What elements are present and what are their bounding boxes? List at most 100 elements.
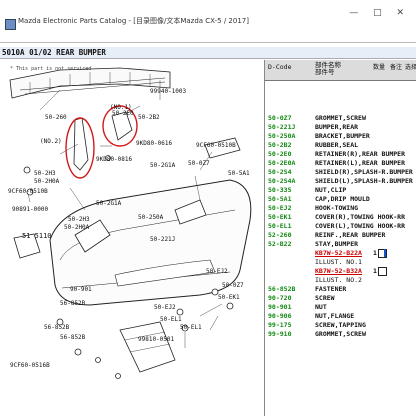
part-name: BUMPER,REAR (315, 123, 359, 131)
parts-row[interactable]: 50-335 NUT,CLIP (265, 186, 416, 195)
part-dcode: 50-221J (268, 123, 296, 131)
window-titlebar: Mazda Electronic Parts Catalog - [目录图像/文… (0, 0, 416, 40)
parts-row[interactable]: 50-EK1 COVER(R),TOWING HOOK-RR (265, 213, 416, 222)
callout-label[interactable]: 90-901 (70, 286, 92, 293)
header-name-line2: 部件号 (315, 68, 335, 76)
callout-label[interactable]: 50-2H3 (68, 216, 90, 223)
callout-label[interactable]: 50-5A1 (228, 170, 250, 177)
part-name: REINF.,REAR BUMPER (315, 231, 386, 239)
callout-label[interactable]: 9CF60-0510B (8, 188, 48, 195)
parts-row[interactable]: 50-250A BRACKET,BUMPER (265, 132, 416, 141)
parts-row[interactable]: 90-906 NUT,FLANGE (265, 312, 416, 321)
part-name: NUT,CLIP (315, 186, 347, 194)
section-title: 5010A 01/02 REAR BUMPER (2, 48, 106, 57)
parts-row[interactable]: 50-2S4A SHIELD(L),SPLASH-R.BUMPER (265, 177, 416, 186)
parts-row[interactable]: 50-EJ2 HOOK-TOWING (265, 204, 416, 213)
illustration-row[interactable]: ILLUST. NO.2 (265, 276, 416, 285)
part-name: CAP,DRIP MOULD (315, 195, 370, 203)
parts-list-panel: D-Code 部件名称 部件号 数量 备注 选择 50-0Z7 GROMMET,SC… (264, 60, 416, 416)
callout-label[interactable]: 56-852B (60, 300, 85, 307)
select-checkbox[interactable] (378, 267, 387, 276)
callout-label[interactable]: 50-EJ2 (154, 304, 176, 311)
callout-label[interactable]: 56-852B (44, 324, 69, 331)
illustration-row[interactable]: ILLUST. NO.1 (265, 258, 416, 267)
callout-label[interactable]: 50-EL1 (160, 316, 182, 323)
callout-label[interactable]: 50-250A (138, 214, 163, 221)
part-name: STAY,BUMPER (315, 240, 359, 248)
parts-row[interactable]: 50-2E0 RETAINER(R),REAR BUMPER (265, 150, 416, 159)
part-dcode: 50-EJ2 (268, 204, 292, 212)
parts-row[interactable]: 99-175 SCREW,TAPPING (265, 321, 416, 330)
part-name: ILLUST. NO.1 (315, 258, 362, 266)
parts-row[interactable]: 52-B22 STAY,BUMPER (265, 240, 416, 249)
part-dcode: 56-852B (268, 285, 296, 293)
part-dcode: 90-901 (268, 303, 292, 311)
header-name: 部件名称 部件号 (315, 62, 341, 76)
callout-label[interactable]: 50-EJ2 (206, 268, 228, 275)
part-name: NUT (315, 303, 327, 311)
part-qty: 1 (373, 267, 377, 275)
parts-row[interactable]: 99-910 GROMMET,SCREW (265, 330, 416, 339)
part-dcode: 90-906 (268, 312, 292, 320)
parts-diagram[interactable]: * This part is not serviced 50-260 99940… (0, 60, 262, 400)
callout-label[interactable]: 50-221J (150, 236, 175, 243)
callout-label[interactable]: 50-EK1 (218, 294, 240, 301)
part-name: SCREW,TAPPING (315, 321, 366, 329)
part-number-link[interactable]: KB7W-52-B22A (315, 249, 362, 257)
callout-label[interactable]: 99940-1003 (150, 88, 186, 95)
parts-row[interactable]: 90-901 NUT (265, 303, 416, 312)
part-dcode: 50-2E0A (268, 159, 296, 167)
part-dcode: 50-EL1 (268, 222, 292, 230)
parts-row[interactable]: 50-2S4 SHIELD(R),SPLASH-R.BUMPER (265, 168, 416, 177)
callout-label[interactable]: 50-2H0A (64, 224, 89, 231)
part-name: NUT,FLANGE (315, 312, 355, 320)
callout-label[interactable]: 50-0Z7 (188, 160, 210, 167)
part-dcode: 99-910 (268, 330, 292, 338)
callout-label[interactable]: 50-0Z7 (222, 282, 244, 289)
parts-row[interactable]: KB7W-52-B22A 1 (265, 249, 416, 258)
part-name: RETAINER(L),REAR BUMPER (315, 159, 406, 167)
part-name: ILLUST. NO.2 (315, 276, 362, 284)
callout-label[interactable]: 9CF60-0510B (196, 142, 236, 149)
callout-label[interactable]: (NO.2) (40, 138, 62, 145)
callout-label[interactable]: 50-EL1 (180, 324, 202, 331)
parts-row[interactable]: 90-720 SCREW (265, 294, 416, 303)
callout-label[interactable]: 50-2E0 (112, 110, 134, 117)
parts-row[interactable]: KB7W-52-B32A 1 (265, 267, 416, 276)
callout-label[interactable]: 50-2H0A (34, 178, 59, 185)
window-title: Mazda Electronic Parts Catalog - [目录图像/文… (18, 17, 249, 25)
part-dcode: 50-0Z7 (268, 114, 292, 122)
callout-label[interactable]: 50-2G1A (96, 200, 121, 207)
part-dcode: 50-5A1 (268, 195, 292, 203)
callout-label[interactable]: 90891-0000 (12, 206, 48, 213)
callout-label[interactable]: 56-852B (60, 334, 85, 341)
callout-label[interactable]: 9CF60-0516B (10, 362, 50, 369)
parts-row[interactable]: 50-EL1 COVER(L),TOWING HOOK-RR (265, 222, 416, 231)
parts-row[interactable]: 52-260 REINF.,REAR BUMPER (265, 231, 416, 240)
callout-label[interactable]: 9KD80-0816 (96, 156, 132, 163)
callout-label[interactable]: 50-2G1A (150, 162, 175, 169)
parts-row[interactable]: 50-2E0A RETAINER(L),REAR BUMPER (265, 159, 416, 168)
status-area (0, 401, 262, 416)
parts-row[interactable]: 50-2B2 RUBBER,SEAL (265, 141, 416, 150)
part-name: RUBBER,SEAL (315, 141, 359, 149)
callout-label[interactable]: 99810-0501 (138, 336, 174, 343)
callout-label[interactable]: 51 5110 (22, 232, 52, 240)
header-dcode: D-Code (268, 63, 292, 71)
callout-label[interactable]: 50-2B2 (138, 114, 160, 121)
callout-label[interactable]: 50-260 (45, 114, 67, 121)
part-dcode: 50-2S4 (268, 168, 292, 176)
parts-list-header: D-Code 部件名称 部件号 数量 备注 选择 (265, 60, 416, 81)
part-number-link[interactable]: KB7W-52-B32A (315, 267, 362, 275)
part-dcode: 50-335 (268, 186, 292, 194)
parts-row[interactable]: 50-0Z7 GROMMET,SCREW (265, 114, 416, 123)
parts-row[interactable]: 50-5A1 CAP,DRIP MOULD (265, 195, 416, 204)
part-name: FASTENER (315, 285, 347, 293)
window-controls[interactable]: — □ ✕ (349, 8, 410, 18)
part-name: GROMMET,SCREW (315, 114, 366, 122)
callout-label[interactable]: 50-2H3 (34, 170, 56, 177)
diagram-note: * This part is not serviced (10, 66, 92, 72)
callout-label[interactable]: 9KD80-0616 (136, 140, 172, 147)
parts-row[interactable]: 50-221J BUMPER,REAR (265, 123, 416, 132)
parts-row[interactable]: 56-852B FASTENER (265, 285, 416, 294)
